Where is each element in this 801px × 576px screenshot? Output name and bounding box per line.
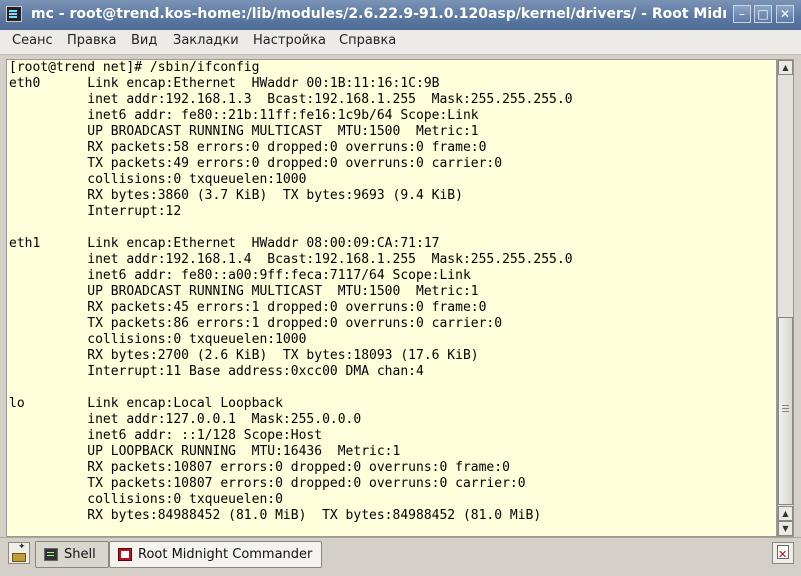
title-bar[interactable]: mc - root@trend.kos-home:/lib/modules/2.… xyxy=(0,0,801,30)
terminal-output-area[interactable]: [root@trend net]# /sbin/ifconfig eth0 Li… xyxy=(6,59,777,537)
terminal-line: RX packets:45 errors:1 dropped:0 overrun… xyxy=(9,300,487,315)
scroll-down-button-2[interactable]: ▼ xyxy=(778,521,793,536)
menu-view[interactable]: Вид xyxy=(131,33,157,48)
session-tab-bar: Shell Root Midnight Commander xyxy=(0,537,801,576)
menu-bar: Сеанс Правка Вид Закладки Настройка Спра… xyxy=(0,30,801,55)
vertical-scrollbar[interactable]: ▲ ▲ ▼ xyxy=(777,59,794,537)
grip-line xyxy=(782,408,789,409)
grip-line xyxy=(782,405,789,406)
terminal-line: RX packets:10807 errors:0 dropped:0 over… xyxy=(9,460,510,475)
terminal-text: [root@trend net]# /sbin/ifconfig eth0 Li… xyxy=(7,60,776,524)
terminal-line: collisions:0 txqueuelen:1000 xyxy=(9,332,307,347)
terminal-line: TX packets:86 errors:1 dropped:0 overrun… xyxy=(9,316,503,331)
terminal-app-icon[interactable] xyxy=(6,6,22,22)
mc-icon xyxy=(118,548,132,561)
terminal-line: RX packets:58 errors:0 dropped:0 overrun… xyxy=(9,140,487,155)
tab-shell-label: Shell xyxy=(64,547,96,562)
maximize-button[interactable]: □ xyxy=(754,5,772,23)
terminal-icon xyxy=(44,548,58,561)
terminal-line: collisions:0 txqueuelen:0 xyxy=(9,492,283,507)
terminal-line: inet6 addr: fe80::a00:9ff:feca:7117/64 S… xyxy=(9,268,471,283)
terminal-line: UP BROADCAST RUNNING MULTICAST MTU:1500 … xyxy=(9,124,479,139)
window-title: mc - root@trend.kos-home:/lib/modules/2.… xyxy=(31,6,726,22)
terminal-line: inet addr:127.0.0.1 Mask:255.0.0.0 xyxy=(9,412,362,427)
grip-line xyxy=(782,411,789,412)
terminal-line: inet addr:192.168.1.4 Bcast:192.168.1.25… xyxy=(9,252,573,267)
minimize-button[interactable]: – xyxy=(733,5,751,23)
terminal-line: inet addr:192.168.1.3 Bcast:192.168.1.25… xyxy=(9,92,573,107)
terminal-line: [root@trend net]# /sbin/ifconfig xyxy=(9,60,260,75)
new-session-icon[interactable] xyxy=(8,542,30,564)
close-session-icon[interactable] xyxy=(772,542,794,564)
scroll-down-button[interactable]: ▲ xyxy=(778,506,793,521)
tab-root-midnight-commander[interactable]: Root Midnight Commander xyxy=(109,541,322,568)
tab-shell[interactable]: Shell xyxy=(35,541,109,568)
terminal-line: TX packets:49 errors:0 dropped:0 overrun… xyxy=(9,156,503,171)
terminal-line: inet6 addr: fe80::21b:11ff:fe16:1c9b/64 … xyxy=(9,108,479,123)
terminal-line: UP LOOPBACK RUNNING MTU:16436 Metric:1 xyxy=(9,444,401,459)
menu-edit[interactable]: Правка xyxy=(67,33,116,48)
terminal-line: inet6 addr: ::1/128 Scope:Host xyxy=(9,428,323,443)
terminal-line: Interrupt:11 Base address:0xcc00 DMA cha… xyxy=(9,364,424,379)
menu-session[interactable]: Сеанс xyxy=(12,33,53,48)
terminal-line: TX packets:10807 errors:0 dropped:0 over… xyxy=(9,476,526,491)
scroll-up-button[interactable]: ▲ xyxy=(778,60,793,75)
terminal-line: collisions:0 txqueuelen:1000 xyxy=(9,172,307,187)
terminal-line: eth0 Link encap:Ethernet HWaddr 00:1B:11… xyxy=(9,76,440,91)
terminal-line: RX bytes:2700 (2.6 KiB) TX bytes:18093 (… xyxy=(9,348,479,363)
terminal-line: Interrupt:12 xyxy=(9,204,182,219)
close-button[interactable]: ✕ xyxy=(776,5,794,23)
terminal-line: RX bytes:84988452 (81.0 MiB) TX bytes:84… xyxy=(9,508,542,523)
terminal-line: eth1 Link encap:Ethernet HWaddr 08:00:09… xyxy=(9,236,440,251)
menu-help[interactable]: Справка xyxy=(339,33,396,48)
terminal-line: RX bytes:3860 (3.7 KiB) TX bytes:9693 (9… xyxy=(9,188,463,203)
menu-bookmarks[interactable]: Закладки xyxy=(173,33,239,48)
scroll-thumb[interactable] xyxy=(778,317,793,505)
menu-settings[interactable]: Настройка xyxy=(253,33,326,48)
tab-mc-label: Root Midnight Commander xyxy=(138,547,313,562)
terminal-line: UP BROADCAST RUNNING MULTICAST MTU:1500 … xyxy=(9,284,479,299)
terminal-line: lo Link encap:Local Loopback xyxy=(9,396,283,411)
